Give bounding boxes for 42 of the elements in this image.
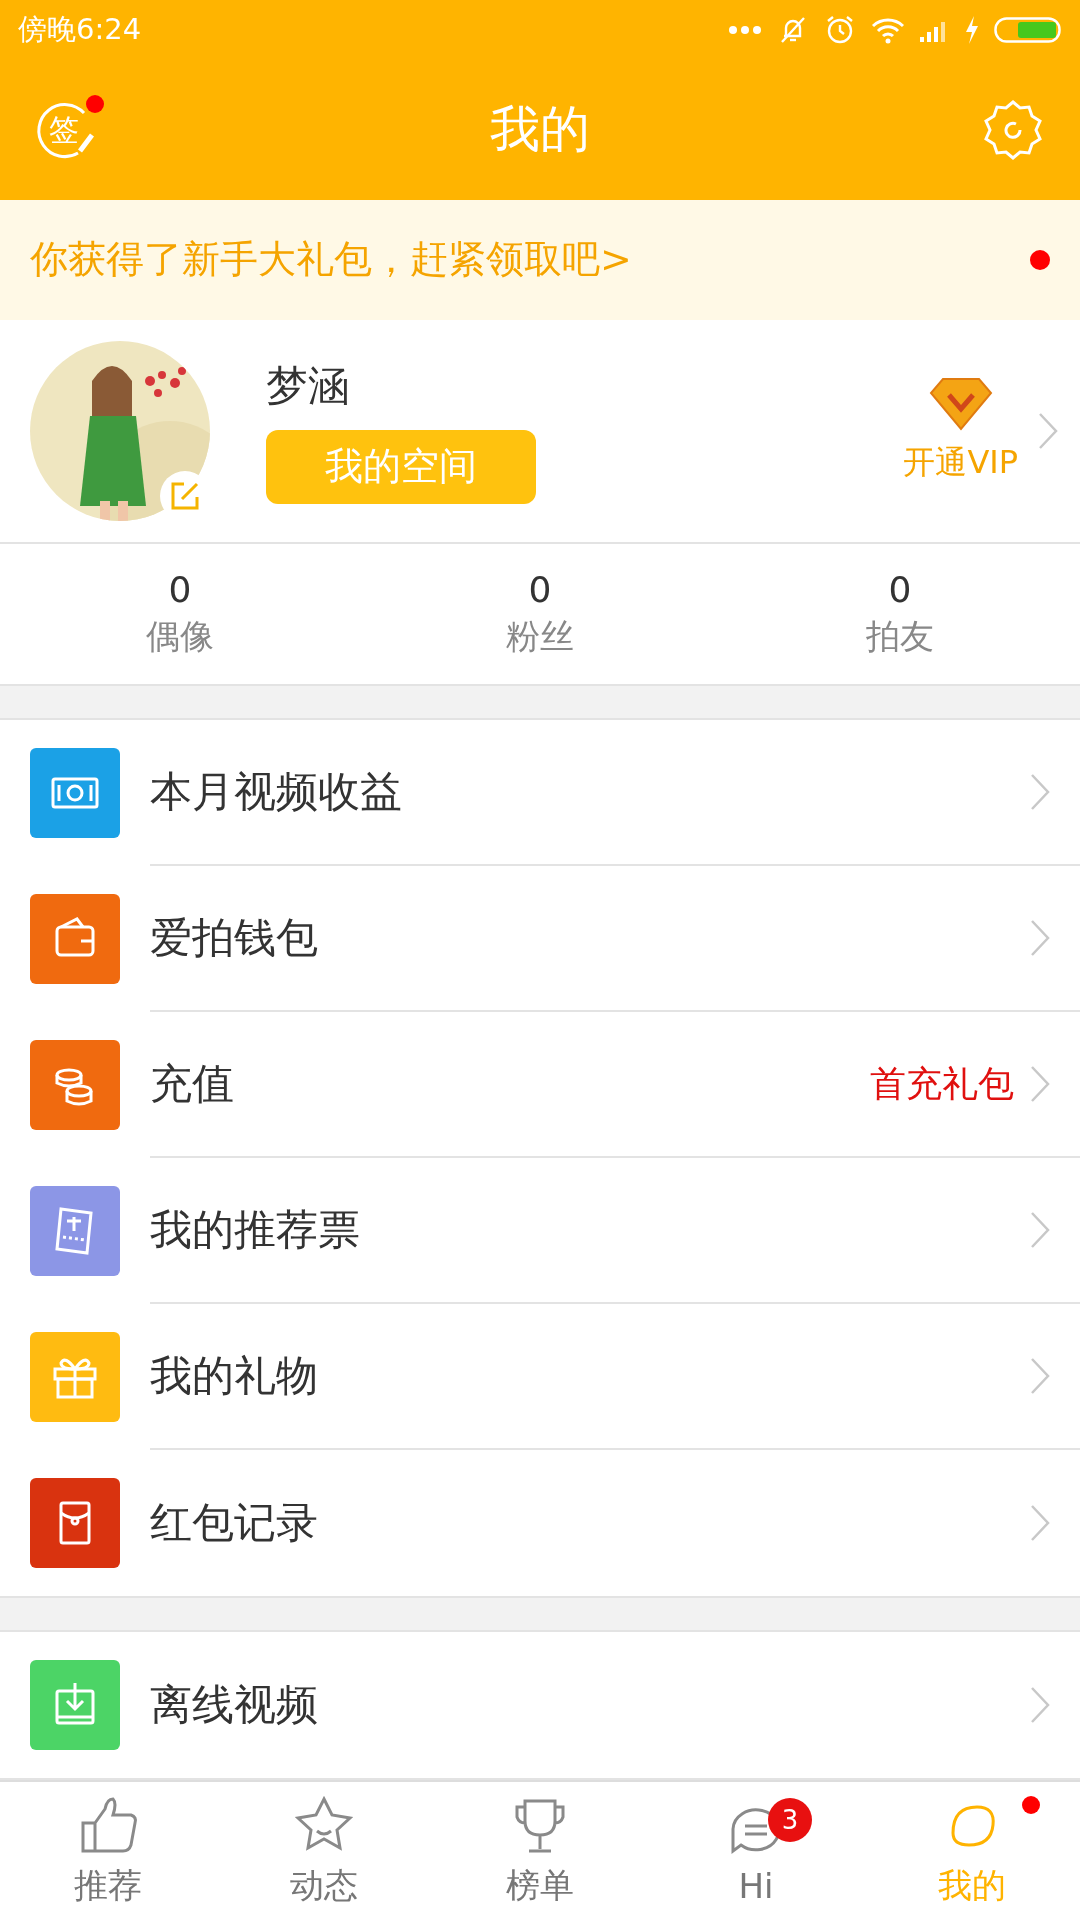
- promo-label: 首充礼包: [870, 1061, 1014, 1106]
- chevron-icon: [1030, 1211, 1050, 1250]
- chevron-icon: [1030, 1357, 1050, 1396]
- stat-label[interactable]: 偶像: [146, 613, 214, 660]
- tab-item[interactable]: 推荐: [0, 1782, 216, 1920]
- menu-item[interactable]: 本月视频收益: [0, 720, 1080, 867]
- chevron-icon: [1030, 1686, 1050, 1725]
- menu-label: 我的礼物: [150, 1350, 319, 1403]
- chevron-icon: [1030, 1504, 1050, 1543]
- stat-label[interactable]: 粉丝: [506, 613, 574, 660]
- menu-item[interactable]: 红包记录: [0, 1450, 1080, 1597]
- menu-item[interactable]: 爱拍钱包: [0, 866, 1080, 1013]
- menu-item[interactable]: 我的推荐票: [0, 1158, 1080, 1305]
- chevron-icon: [1030, 1065, 1050, 1104]
- menu-label: 我的推荐票: [150, 1204, 361, 1257]
- status-time: 傍晚6:24: [18, 11, 142, 48]
- unread-badge: 3: [768, 1798, 812, 1843]
- menu-label: 本月视频收益: [150, 766, 403, 819]
- menu-item[interactable]: 离线视频: [0, 1632, 1080, 1779]
- chevron-icon: [1030, 773, 1050, 812]
- user-name: 梦涵: [266, 359, 350, 412]
- stat-label[interactable]: 拍友: [866, 613, 934, 660]
- tab-item[interactable]: 榜单: [432, 1782, 648, 1920]
- stat-count: 0: [168, 568, 192, 610]
- stat-count: 0: [528, 568, 552, 610]
- diamond-icon: [928, 376, 993, 431]
- page-title: 我的: [490, 99, 590, 161]
- chevron-icon: [1038, 411, 1058, 450]
- stat-count: 0: [888, 568, 912, 610]
- chevron-icon: [1030, 919, 1050, 958]
- menu-item[interactable]: 我的礼物: [0, 1304, 1080, 1451]
- menu-label: 充值: [150, 1058, 235, 1111]
- charging-icon: [964, 16, 980, 44]
- menu-label: 红包记录: [150, 1497, 319, 1550]
- menu-label: 离线视频: [150, 1679, 319, 1732]
- more-icon: [728, 25, 762, 35]
- menu-item[interactable]: 充值 首充礼包: [0, 1012, 1080, 1159]
- wifi-icon: [870, 16, 906, 44]
- tab-item[interactable]: 动态: [216, 1782, 432, 1920]
- tab-item[interactable]: Hi 3: [648, 1782, 864, 1920]
- menu-label: 爱拍钱包: [150, 912, 319, 965]
- battery-icon: [994, 17, 1064, 43]
